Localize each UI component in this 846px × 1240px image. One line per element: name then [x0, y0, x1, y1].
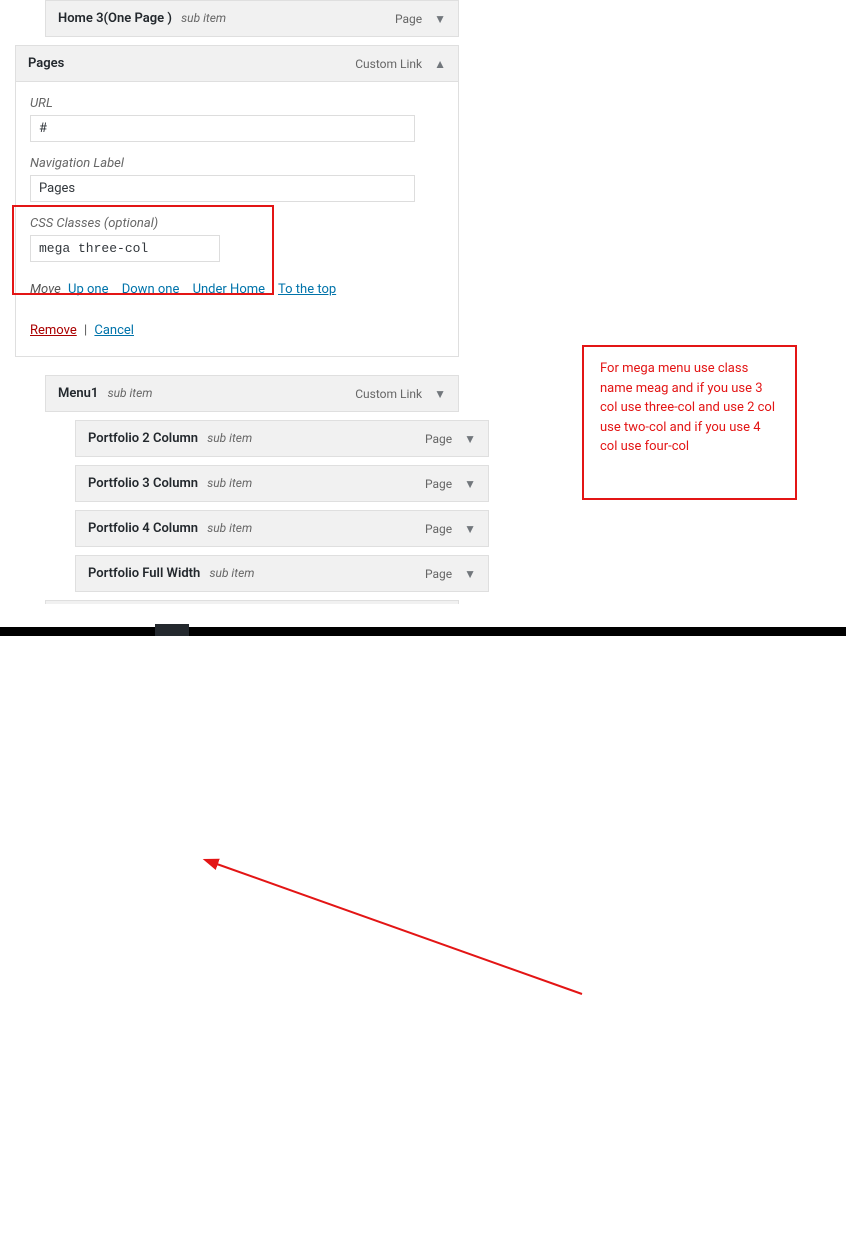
menu-item-sublabel: sub item — [108, 386, 153, 400]
menu-item-header[interactable]: Pages Custom Link ▲ — [16, 46, 458, 81]
menu-item-title: Portfolio Full Width — [88, 566, 200, 581]
chevron-down-icon[interactable]: ▼ — [464, 522, 476, 536]
menu-item-menu1[interactable]: Menu1 sub item Custom Link ▼ — [45, 375, 459, 412]
url-input[interactable] — [30, 115, 415, 142]
menu-item-sublabel: sub item — [207, 476, 252, 490]
chevron-up-icon[interactable]: ▲ — [434, 57, 446, 71]
chevron-down-icon[interactable]: ▼ — [464, 477, 476, 491]
chevron-down-icon[interactable]: ▼ — [464, 567, 476, 581]
action-divider: | — [84, 323, 87, 338]
menu-item-header[interactable]: Portfolio 3 Column sub item Page ▼ — [76, 466, 488, 501]
menu-item-type: Page — [425, 477, 452, 491]
menu-item-title: Portfolio 2 Column — [88, 431, 198, 446]
move-down-link[interactable]: Down one — [122, 282, 180, 297]
menu-item-header[interactable]: Portfolio Full Width sub item Page ▼ — [76, 556, 488, 591]
move-label: Move — [30, 282, 61, 297]
cancel-link[interactable]: Cancel — [94, 323, 134, 338]
menu-item-portfolio-fullwidth[interactable]: Portfolio Full Width sub item Page ▼ — [75, 555, 489, 592]
bottom-bar — [0, 627, 846, 636]
move-top-link[interactable]: To the top — [278, 282, 336, 297]
chevron-down-icon[interactable]: ▼ — [464, 432, 476, 446]
menu-item-header[interactable]: Portfolio 2 Column sub item Page ▼ — [76, 421, 488, 456]
annotation-text: For mega menu use class name meag and if… — [600, 361, 775, 454]
nav-label: Navigation Label — [30, 156, 444, 171]
menu-item-type: Page — [425, 432, 452, 446]
item-actions: Remove | Cancel — [30, 323, 444, 338]
menu-item-body: URL Navigation Label CSS Classes (option… — [16, 81, 458, 356]
menu-item-title: Menu1 — [58, 386, 98, 401]
menu-item-pages: Pages Custom Link ▲ URL Navigation Label… — [15, 45, 459, 357]
menu-item-next — [45, 600, 459, 604]
menu-item-type: Page — [395, 12, 422, 26]
menu-item-header[interactable]: Menu1 sub item Custom Link ▼ — [46, 376, 458, 411]
remove-link[interactable]: Remove — [30, 323, 77, 338]
menu-item-type: Custom Link — [355, 387, 422, 401]
menu-item-portfolio4[interactable]: Portfolio 4 Column sub item Page ▼ — [75, 510, 489, 547]
menu-item-title: Pages — [28, 56, 64, 71]
annotation-arrow-icon — [0, 604, 846, 1240]
menu-item-type: Custom Link — [355, 57, 422, 71]
menu-item-header[interactable]: Home 3(One Page ) sub item Page ▼ — [46, 1, 458, 36]
move-up-link[interactable]: Up one — [68, 282, 108, 297]
move-under-link[interactable]: Under Home — [193, 282, 265, 297]
menu-item-header[interactable]: Portfolio 4 Column sub item Page ▼ — [76, 511, 488, 546]
menu-item-type: Page — [425, 567, 452, 581]
chevron-down-icon[interactable]: ▼ — [434, 12, 446, 26]
css-classes-input[interactable] — [30, 235, 220, 262]
annotation-box: For mega menu use class name meag and if… — [582, 345, 797, 500]
menu-item-home3[interactable]: Home 3(One Page ) sub item Page ▼ — [45, 0, 459, 37]
menu-item-title: Portfolio 3 Column — [88, 476, 198, 491]
menu-item-title: Portfolio 4 Column — [88, 521, 198, 536]
move-row: Move Up one Down one Under Home To the t… — [30, 282, 444, 297]
menu-item-sublabel: sub item — [210, 566, 255, 580]
nav-label-input[interactable] — [30, 175, 415, 202]
menu-item-sublabel: sub item — [207, 431, 252, 445]
chevron-down-icon[interactable]: ▼ — [434, 387, 446, 401]
bottom-bar-accent — [155, 624, 189, 636]
menu-item-type: Page — [425, 522, 452, 536]
css-classes-label: CSS Classes (optional) — [30, 216, 444, 231]
url-label: URL — [30, 96, 444, 111]
menu-item-sublabel: sub item — [207, 521, 252, 535]
menu-item-portfolio2[interactable]: Portfolio 2 Column sub item Page ▼ — [75, 420, 489, 457]
menu-item-portfolio3[interactable]: Portfolio 3 Column sub item Page ▼ — [75, 465, 489, 502]
menu-item-sublabel: sub item — [181, 11, 226, 25]
menu-item-title: Home 3(One Page ) — [58, 11, 172, 26]
